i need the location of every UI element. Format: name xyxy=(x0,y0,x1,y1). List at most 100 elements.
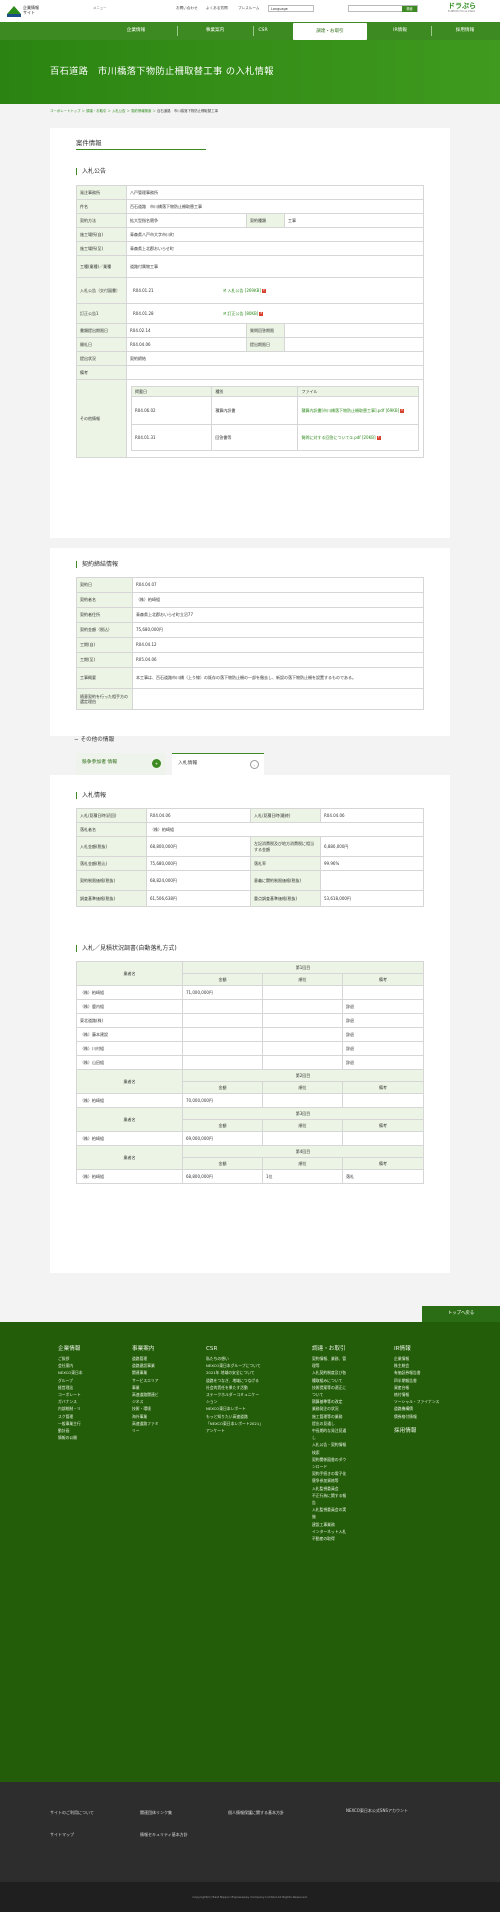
footer-title-corporate[interactable]: 企業情報 xyxy=(58,1346,84,1353)
menu-label[interactable]: メニュー xyxy=(93,6,107,11)
footer-link[interactable]: 競争参加資格等 xyxy=(312,1477,348,1484)
footer-link[interactable]: 有価証券報告書 xyxy=(394,1369,454,1376)
footer-sns-link[interactable]: NEXCO東日本公式SNSアカウント xyxy=(346,1808,408,1813)
nav-ir[interactable]: IR情報 xyxy=(370,22,430,40)
footer-link[interactable]: NEXCO東日本グループについて xyxy=(206,1362,262,1369)
footer-link[interactable]: インターネット入札 xyxy=(312,1528,348,1535)
footer-link[interactable]: コーポレートガバナンス xyxy=(58,1391,84,1405)
footer-link[interactable]: 高速道路ファミリー xyxy=(132,1420,162,1434)
crumb-procurement[interactable]: 調達・お取引 xyxy=(86,109,106,113)
teisei-pdf-link[interactable]: 🗎 訂正公告 [80KB] P xyxy=(220,311,420,316)
footer-link[interactable]: 経営理念 xyxy=(58,1384,84,1391)
footer-link[interactable]: 契約手続きの電子化 xyxy=(312,1470,348,1477)
footer-title-csr[interactable]: CSR xyxy=(206,1346,262,1353)
corporate-site-label[interactable]: 企業情報 サイト xyxy=(23,5,39,15)
nav-corporate[interactable]: 企業情報 xyxy=(96,22,176,40)
footer-link[interactable]: 技術・環境 xyxy=(132,1405,162,1412)
footer-link[interactable]: 海外事業 xyxy=(132,1413,162,1420)
footer-link[interactable]: 「NEXCO東日本レポート2021」アンケート xyxy=(206,1420,262,1434)
sonota-heading[interactable]: − その他の情報 xyxy=(74,737,114,745)
footer-link[interactable]: 中長期的な発注見通し xyxy=(312,1427,348,1441)
faq-link[interactable]: よくある質問 xyxy=(206,6,228,11)
tab-bid-info[interactable]: 入札情報 - xyxy=(172,753,264,775)
footer-link[interactable]: ステークホルダーコミュニケーション xyxy=(206,1391,262,1405)
contact-link[interactable]: お問い合わせ xyxy=(176,6,198,11)
footer-link[interactable]: 会社案内 xyxy=(58,1362,84,1369)
crumb-search[interactable]: 契約情報検索 xyxy=(131,109,151,113)
footer-link[interactable]: 情報の公開 xyxy=(58,1434,84,1441)
footer-link[interactable]: もっと知りたい高速道路 xyxy=(206,1413,262,1420)
footer-link[interactable]: サービスエリア事業 xyxy=(132,1377,162,1391)
footer-title-procurement[interactable]: 調達・お取引 xyxy=(312,1346,348,1353)
footer-link[interactable]: 入札監視委員会の実施 xyxy=(312,1506,348,1520)
footer-title-business[interactable]: 事業案内 xyxy=(132,1346,162,1353)
footer-link[interactable]: 提出の見通し xyxy=(312,1420,348,1427)
footer-link[interactable]: NEXCO東日本レポート xyxy=(206,1405,262,1412)
tab-competitors[interactable]: 競争参加者 情報 + xyxy=(76,753,166,775)
footer-link[interactable]: 2021年 地域の安全について xyxy=(206,1369,262,1376)
crumb-koukoku[interactable]: 入札公告 xyxy=(112,109,126,113)
search-input[interactable]: 検索 xyxy=(348,5,418,12)
footer-link[interactable]: 内部統制・リスク管理 xyxy=(58,1405,84,1419)
teiketsu-table: 契約日 R04.04.07 契約者名 （株）柏崎組 契約者住所 青森県上北郡おいらせ町… xyxy=(76,577,424,710)
table-row: （株）山田組 辞退 xyxy=(76,1055,424,1070)
minus-icon: − xyxy=(74,737,79,743)
dora-plaza-logo[interactable]: ドラぷら E-NEXCO Drive Plaza xyxy=(448,2,482,16)
footer-link[interactable]: 格付情報 xyxy=(394,1391,454,1398)
footer-link[interactable]: 高速道路関連ビジネス xyxy=(132,1391,162,1405)
table-row: （株）柏崎組 70,000,000円 xyxy=(76,1093,424,1108)
footer-sitemap-link[interactable]: サイトマップ xyxy=(50,1832,74,1837)
footer-related-link[interactable]: 関連団体リンク集 xyxy=(140,1810,172,1815)
footer-link[interactable]: 一般事業主行動計画 xyxy=(58,1420,84,1434)
footer-link[interactable]: 入札公告・契約情報検索 xyxy=(312,1441,348,1455)
press-link[interactable]: プレスルーム xyxy=(238,6,259,11)
back-to-top-button[interactable]: トップへ戻る xyxy=(422,1306,500,1322)
footer-link[interactable]: 建設工事業務 xyxy=(312,1521,348,1528)
footer-link[interactable]: 施工管理等の業務 xyxy=(312,1413,348,1420)
footer-link[interactable]: 契約情報、業務、管理等 xyxy=(312,1355,348,1369)
footer-link[interactable]: 入札監視委員会 xyxy=(312,1485,348,1492)
footer-link[interactable]: 積算基準等の改定 xyxy=(312,1398,348,1405)
nexco-logo[interactable] xyxy=(6,3,22,19)
footer-link[interactable]: 入札契約制度及び各種取組みについて xyxy=(312,1369,348,1383)
footer-link[interactable]: 技術提案等の適正について xyxy=(312,1384,348,1398)
footer-link[interactable]: 契約関係図書のダウンロード xyxy=(312,1456,348,1470)
nav-procurement[interactable]: 調達・お取引 xyxy=(293,23,367,40)
sekisan-pdf-link[interactable]: 積算内訳書[市川橋落下物防止柵取替工事].pdf [69KB] P xyxy=(297,396,419,425)
search-button[interactable]: 検索 xyxy=(402,6,417,12)
footer-link[interactable]: 社会的責任を果たす活動 xyxy=(206,1384,262,1391)
footer-link[interactable]: 四半期報告書 xyxy=(394,1377,454,1384)
footer-link[interactable]: 業務発注の状況 xyxy=(312,1405,348,1412)
crumb-top[interactable]: コーポレートトップ xyxy=(50,109,81,113)
footer-link[interactable]: 株主総会 xyxy=(394,1362,454,1369)
nav-csr[interactable]: CSR xyxy=(226,22,300,40)
footer-terms-link[interactable]: サイトのご利用について xyxy=(50,1810,94,1815)
nav-recruit[interactable]: 採用情報 xyxy=(432,22,498,40)
footer-link[interactable]: 道路管理 xyxy=(132,1355,162,1362)
footer-link[interactable]: 債券格付情報 xyxy=(394,1413,454,1420)
footer-security-link[interactable]: 情報セキュリティ基本方針 xyxy=(140,1832,188,1837)
footer-link[interactable]: 道路機構債 xyxy=(394,1405,454,1412)
footer-link[interactable]: 資産台帳 xyxy=(394,1384,454,1391)
footer-link[interactable]: 不正行為に関する報告 xyxy=(312,1492,348,1506)
footer-link[interactable]: 私たちの想い xyxy=(206,1355,262,1362)
koukoku-pdf-link[interactable]: 🗎 入札公告 [269KB] P xyxy=(220,288,420,293)
footer-link[interactable]: 不動産の取得 xyxy=(312,1535,348,1542)
footer-title-recruit[interactable]: 採用情報 xyxy=(394,1428,454,1435)
footer-link[interactable]: 企業情報 xyxy=(394,1355,454,1362)
footer-title-ir[interactable]: IR情報 xyxy=(394,1346,454,1353)
footer-privacy-link[interactable]: 個人情報保護に関する基本方針 xyxy=(228,1810,284,1815)
kaitou-pdf-link[interactable]: 質問に対する回答について①.pdf [20KB] P xyxy=(297,424,419,451)
footer-link[interactable]: NEXCO東日本グループ xyxy=(58,1369,84,1383)
footer-col-corporate: 企業情報 ご挨拶 会社案内 NEXCO東日本グループ 経営理念 コーポレートガバ… xyxy=(58,1346,84,1441)
case-info-card: 案件情報 入札公告 発注事務所 八戸管理事務所 件名 百石道路 市川橋落下物防止柵取… xyxy=(50,128,450,538)
footer-link[interactable]: 道路をつなぎ、地域につなげる xyxy=(206,1377,262,1384)
joukyou-heading: 入札／見積状況調書(自動落札方式) xyxy=(76,945,177,952)
language-select[interactable]: Language xyxy=(268,5,314,12)
footer-link[interactable]: 関連事業 xyxy=(132,1369,162,1376)
footer-col-csr: CSR 私たちの想い NEXCO東日本グループについて 2021年 地域の安全に… xyxy=(206,1346,262,1434)
footer-link[interactable]: ソーシャル・ファイナンス xyxy=(394,1398,454,1405)
footer-link[interactable]: ご挨拶 xyxy=(58,1355,84,1362)
koukoku-heading: 入札公告 xyxy=(76,168,106,175)
footer-link[interactable]: 道路建設事業 xyxy=(132,1362,162,1369)
